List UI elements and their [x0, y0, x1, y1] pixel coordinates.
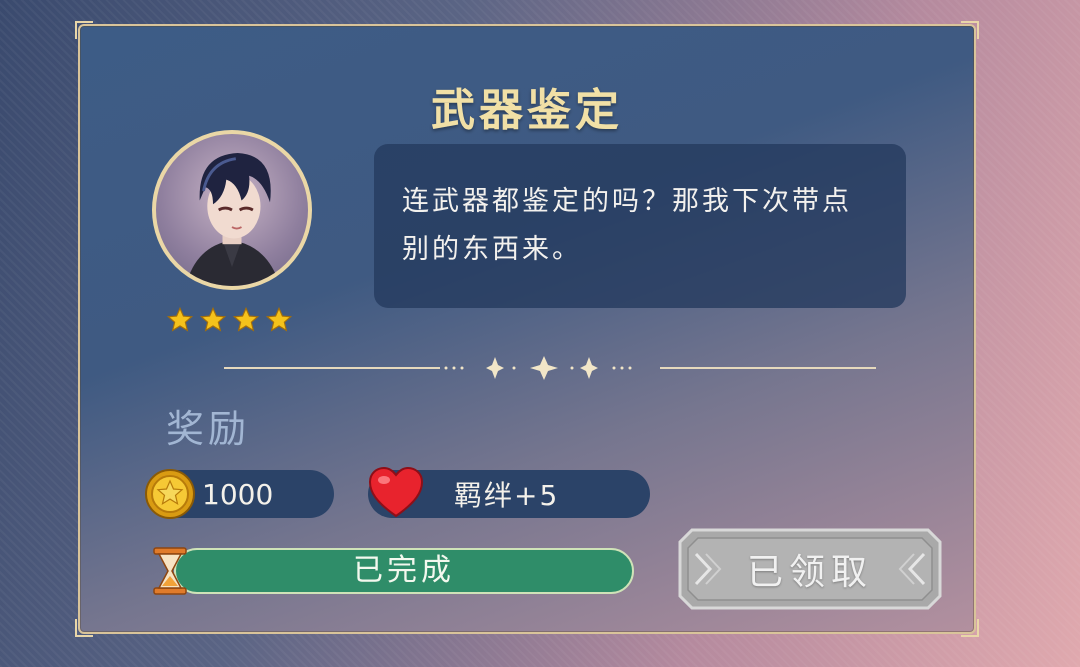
quest-title: 武器鉴定 [431, 85, 623, 136]
sparkle-divider [224, 356, 876, 380]
panel-corner-ornament [75, 619, 93, 637]
gold-coin-icon [145, 469, 195, 519]
avatar-portrait [152, 130, 312, 290]
star-icon [199, 306, 227, 332]
dialogue-bubble: 连武器都鉴定的吗？那我下次带点别的东西来。 [374, 144, 906, 308]
star-icon [166, 306, 194, 332]
character-portrait-icon [185, 153, 280, 286]
panel-corner-ornament [961, 21, 979, 39]
reward-heading: 奖励 [166, 407, 251, 451]
quest-progress-bar: 已完成 [174, 548, 634, 594]
panel-corner-ornament [961, 619, 979, 637]
coin-amount: 1000 [202, 477, 274, 511]
star-icon [232, 306, 260, 332]
bond-amount: 羁绊+5 [454, 479, 560, 512]
claimed-button[interactable]: 已领取 [678, 526, 942, 612]
star-icon [265, 306, 293, 332]
character-avatar [152, 130, 312, 332]
character-rarity-stars [166, 306, 293, 334]
panel-corner-ornament [75, 21, 93, 39]
heart-icon [368, 466, 424, 518]
hourglass-icon [153, 547, 187, 595]
claim-button-label: 已领取 [746, 552, 873, 593]
quest-panel: 武器鉴定 连武器都鉴定的吗？那我下次带点别的东西来。 奖励 1000 羁绊+5 … [75, 21, 979, 637]
